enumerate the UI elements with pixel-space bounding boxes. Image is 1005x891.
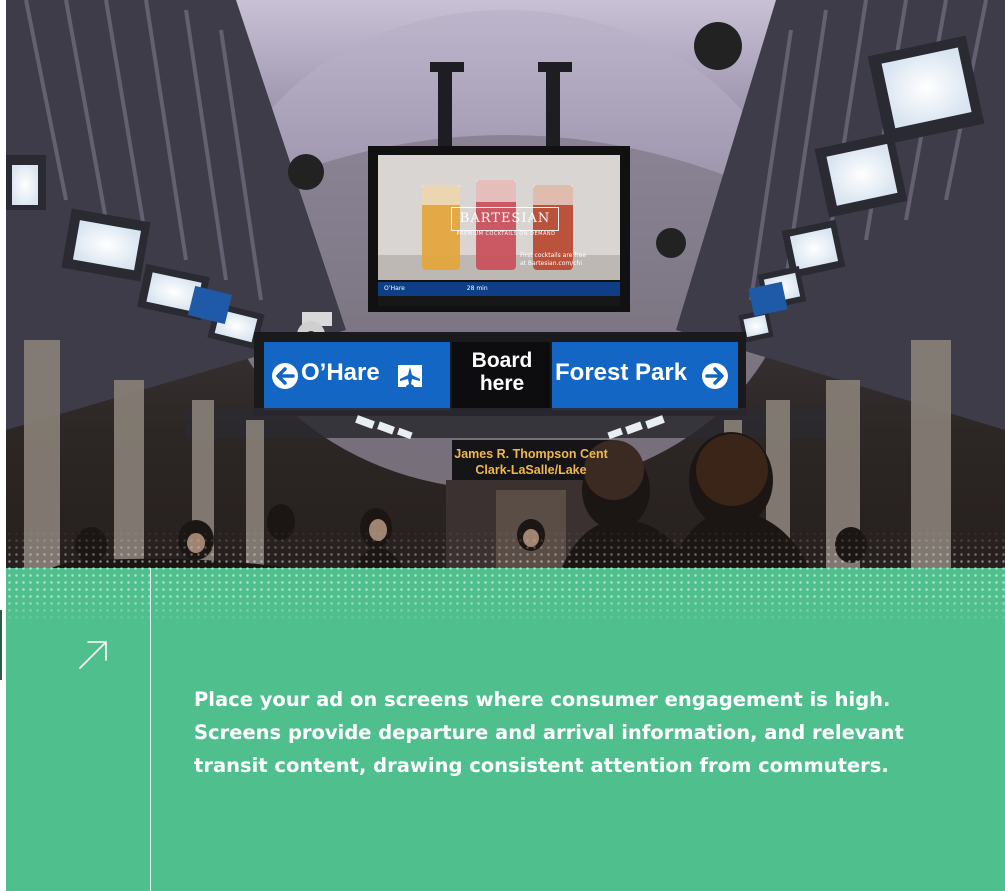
sign-destination-right: Forest Park xyxy=(555,359,688,386)
station-sign-line2: Clark-LaSalle/Lake xyxy=(475,463,587,477)
ticker-destination: O’Hare xyxy=(384,285,405,292)
arrow-left-circle-icon xyxy=(272,363,298,389)
sign-destination-left: O’Hare xyxy=(301,359,380,386)
screen-brand: BARTESIAN xyxy=(451,207,559,231)
speaker xyxy=(288,154,324,190)
airplane-icon xyxy=(398,365,422,387)
ad-card: BARTESIAN PREMIUM COCKTAILS ON DEMAND Fi… xyxy=(6,0,1005,891)
ad-description: Place your ad on screens where consumer … xyxy=(194,688,904,777)
arrow-right-circle-icon xyxy=(702,363,728,389)
sign-board-line2: here xyxy=(479,372,525,395)
sign-board-line1: Board xyxy=(471,349,533,372)
station-sign-text: James R. Thompson Cent Clark-LaSalle/Lak… xyxy=(451,446,611,478)
panel-divider xyxy=(150,568,151,891)
screen-promo-note: First cocktails are free at Bartesian.co… xyxy=(520,252,587,267)
screen-ticker: O’Hare 28 min xyxy=(384,283,614,295)
arrow-up-right-icon[interactable] xyxy=(76,638,110,672)
screen-tagline: PREMIUM COCKTAILS ON DEMAND xyxy=(456,231,556,237)
ticker-eta: 28 min xyxy=(466,285,488,292)
photo-illustration xyxy=(6,0,1005,620)
subway-platform-photo: BARTESIAN PREMIUM COCKTAILS ON DEMAND Fi… xyxy=(6,0,1005,620)
edge-marker xyxy=(0,610,2,680)
sign-board-here: Board here xyxy=(458,349,546,395)
station-sign-line1: James R. Thompson Cent xyxy=(454,447,608,461)
